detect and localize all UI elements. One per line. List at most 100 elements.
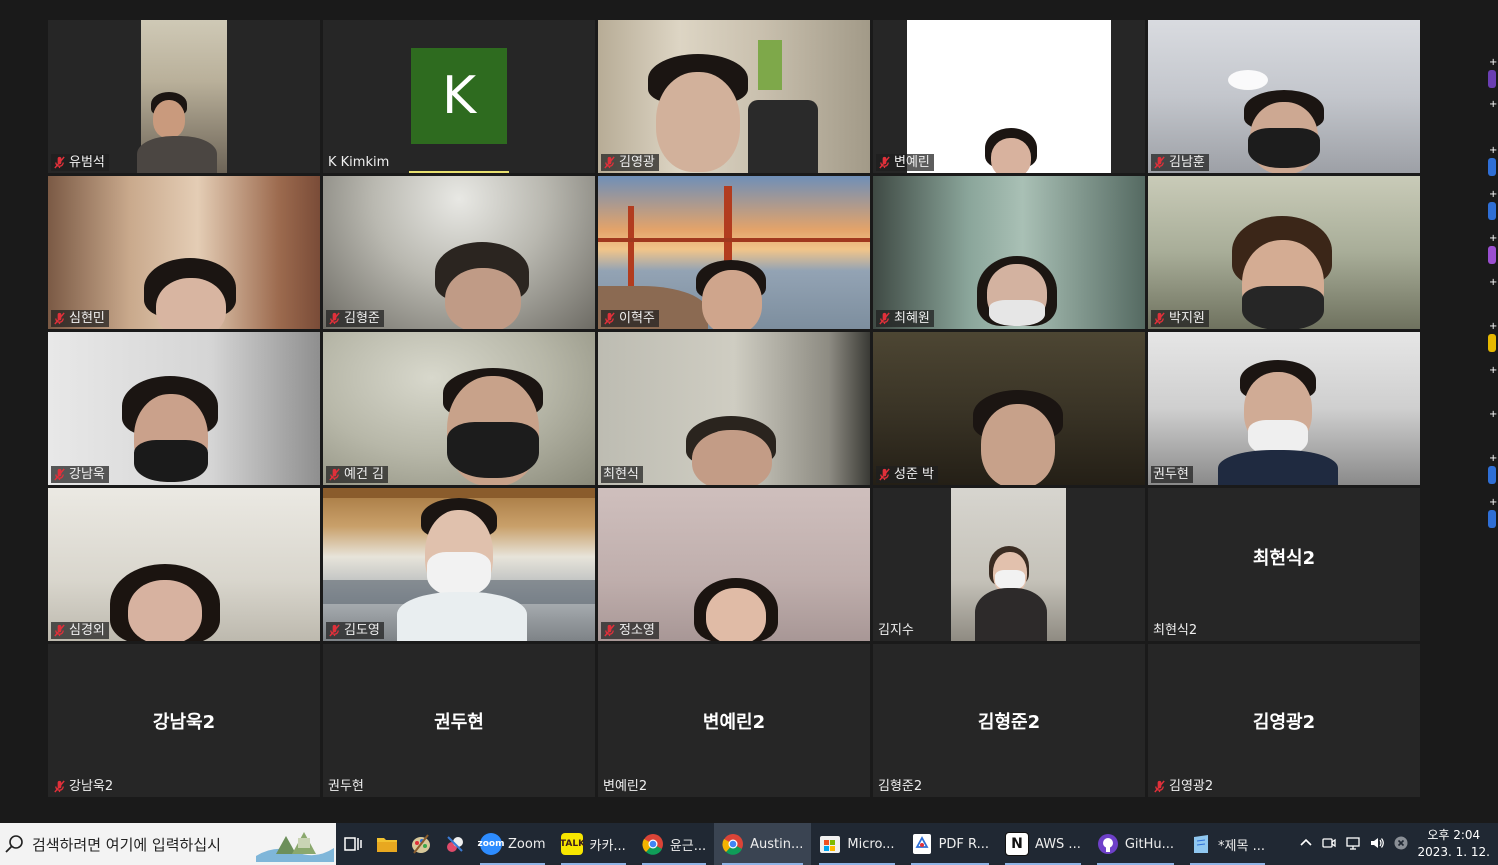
task-view-icon[interactable] <box>336 823 370 865</box>
participant-video <box>873 176 1145 329</box>
taskbar-app-zoom[interactable]: zoom Zoom <box>472 823 553 865</box>
taskbar-search-box[interactable]: 검색하려면 여기에 입력하십시 <box>0 823 336 865</box>
snipping-tool-icon[interactable] <box>438 823 472 865</box>
participant-tile[interactable]: 정소영 <box>598 488 870 641</box>
participant-name: 강남욱 <box>69 467 105 482</box>
volume-icon[interactable] <box>1369 835 1385 854</box>
file-explorer-icon[interactable] <box>370 823 404 865</box>
participant-display-name: 변예린2 <box>702 711 766 733</box>
taskbar-clock[interactable]: 오후 2:04 2023. 1. 12. <box>1417 827 1490 861</box>
participant-tile[interactable]: 최혜원 <box>873 176 1145 329</box>
muted-microphone-icon <box>54 156 65 169</box>
participant-tile[interactable]: 최현식2 최현식2 <box>1148 488 1420 641</box>
participant-name-tag: 김지수 <box>876 622 918 639</box>
add-icon: + <box>1489 365 1498 376</box>
participant-tile[interactable]: 변예린 <box>873 20 1145 173</box>
participant-name: 박지원 <box>1169 311 1205 326</box>
participant-name-tag: 심현민 <box>51 310 109 327</box>
participant-tile[interactable]: 유범석 <box>48 20 320 173</box>
muted-microphone-icon <box>1154 780 1165 793</box>
participant-tile[interactable]: 김영광2 김영광2 <box>1148 644 1420 797</box>
participant-tile-active-speaker[interactable]: 권두현 <box>1148 332 1420 485</box>
add-icon: + <box>1489 233 1498 244</box>
participant-name-tag: 최현식2 <box>1151 622 1201 639</box>
muted-microphone-icon <box>604 624 615 637</box>
clock-date: 2023. 1. 12. <box>1417 845 1490 859</box>
participant-tile[interactable]: 최현식 <box>598 332 870 485</box>
participant-tile[interactable]: 강남욱 <box>48 332 320 485</box>
participant-name: 최현식 <box>603 467 639 482</box>
app-icon <box>1488 466 1496 484</box>
muted-microphone-icon <box>1154 156 1165 169</box>
participant-tile[interactable]: K K Kimkim <box>323 20 595 173</box>
muted-microphone-icon <box>54 780 65 793</box>
participant-display-name: 김영광2 <box>1252 711 1316 733</box>
participant-tile[interactable]: 변예린2 변예린2 <box>598 644 870 797</box>
participant-name-tag: 최혜원 <box>876 310 934 327</box>
zoom-icon: zoom <box>478 833 505 855</box>
participant-tile[interactable]: 심경외 <box>48 488 320 641</box>
chevron-up-icon[interactable] <box>1299 836 1313 853</box>
taskbar-app-chrome-1[interactable]: 윤근... <box>634 823 714 865</box>
participant-tile[interactable]: 김형준2 김형준2 <box>873 644 1145 797</box>
close-circle-icon[interactable] <box>1393 835 1409 854</box>
participant-video <box>323 488 595 641</box>
muted-microphone-icon <box>329 312 340 325</box>
participant-tile[interactable]: 김영광 <box>598 20 870 173</box>
participant-video <box>48 332 320 485</box>
participant-tile[interactable]: 김남훈 <box>1148 20 1420 173</box>
app-icon <box>1488 70 1496 88</box>
participant-video <box>137 20 227 173</box>
github-icon <box>1097 834 1118 854</box>
participant-tile[interactable]: 성준 박 <box>873 332 1145 485</box>
taskbar-app-microsoft[interactable]: Micro... <box>811 823 902 865</box>
muted-microphone-icon <box>604 312 615 325</box>
add-icon: + <box>1489 321 1498 332</box>
paint-icon[interactable] <box>404 823 438 865</box>
participant-avatar: K <box>411 48 507 144</box>
participant-name: 정소영 <box>619 623 655 638</box>
participant-tile[interactable]: 김지수 <box>873 488 1145 641</box>
participant-name: 김도영 <box>344 623 380 638</box>
participant-name-tag: 최현식 <box>601 466 643 483</box>
participant-tile[interactable]: 예건 김 <box>323 332 595 485</box>
muted-microphone-icon <box>54 624 65 637</box>
search-placeholder: 검색하려면 여기에 입력하십시 <box>32 835 221 854</box>
participant-video <box>48 176 320 329</box>
participant-name-tag: 변예린 <box>876 154 934 171</box>
participant-name: 권두현 <box>1153 467 1189 482</box>
taskbar-app-notepad[interactable]: *제목 ... <box>1182 823 1273 865</box>
taskbar-app-label: GitHu... <box>1124 836 1175 852</box>
participant-tile[interactable]: 김도영 <box>323 488 595 641</box>
participant-tile[interactable]: 박지원 <box>1148 176 1420 329</box>
participant-tile[interactable]: 이혁주 <box>598 176 870 329</box>
participant-tile[interactable]: 심현민 <box>48 176 320 329</box>
participant-name-tag: 김영광 <box>601 154 659 171</box>
participant-name: 김영광2 <box>1169 779 1214 794</box>
taskbar-app-label: 윤근... <box>669 838 707 854</box>
participant-video <box>598 176 870 329</box>
participant-name-tag: K Kimkim <box>326 154 393 171</box>
participant-name: 김형준 <box>344 311 380 326</box>
add-icon: + <box>1489 277 1498 288</box>
network-icon[interactable] <box>1345 835 1361 854</box>
add-icon: + <box>1489 497 1498 508</box>
muted-microphone-icon <box>879 312 890 325</box>
taskbar-app-label: Zoom <box>508 836 546 852</box>
taskbar-app-github[interactable]: GitHu... <box>1089 823 1182 865</box>
muted-microphone-icon <box>604 156 615 169</box>
participant-name: 이혁주 <box>619 311 655 326</box>
taskbar-app-pdf-reader[interactable]: PDF R... <box>903 823 997 865</box>
participant-display-name: 최현식2 <box>1252 547 1316 569</box>
participant-name: 최현식2 <box>1153 623 1198 638</box>
taskbar-app-chrome-2[interactable]: Austin... <box>714 823 812 865</box>
participant-tile[interactable]: 권두현 권두현 <box>323 644 595 797</box>
participant-tile[interactable]: 강남욱2 강남욱2 <box>48 644 320 797</box>
taskbar-app-kakaotalk[interactable]: TALK 카카... <box>553 823 633 865</box>
camera-icon[interactable] <box>1321 835 1337 854</box>
participant-tile[interactable]: 김형준 <box>323 176 595 329</box>
participant-name-tag: 김형준 <box>326 310 384 327</box>
participant-name: 심경외 <box>69 623 105 638</box>
muted-microphone-icon <box>54 468 65 481</box>
taskbar-app-notion[interactable]: N AWS ... <box>997 823 1089 865</box>
